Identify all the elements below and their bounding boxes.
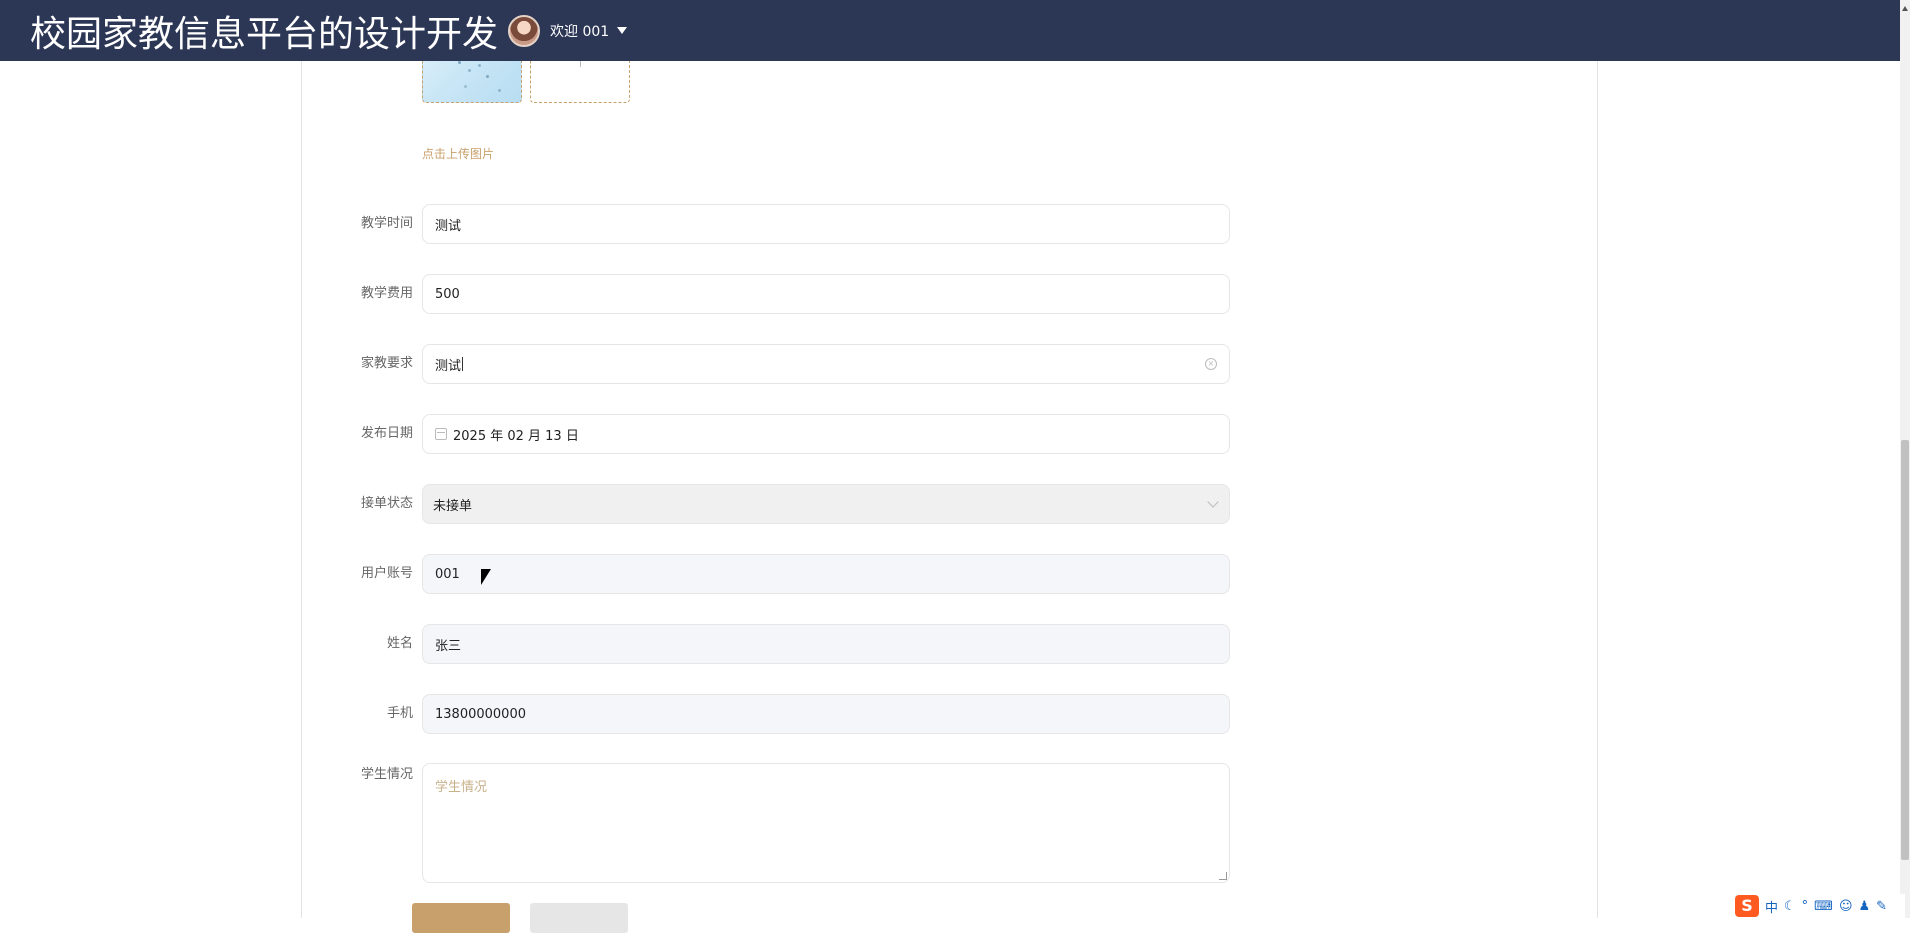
user-menu-dropdown[interactable]: 欢迎 001 [550, 21, 628, 41]
user-account-input[interactable]: 001 [422, 554, 1230, 594]
scroll-up-arrow-icon[interactable] [1902, 6, 1908, 11]
order-status-value: 未接单 [433, 498, 473, 514]
form-row-tutor-requirements: 家教要求 测试 × [301, 344, 1231, 384]
ime-punctuation-icon[interactable]: ° [1802, 899, 1809, 914]
tutor-requirements-value: 测试 [435, 358, 462, 374]
clear-icon[interactable]: × [1205, 358, 1217, 370]
form-row-publish-date: 发布日期 2025 年 02 月 13 日 [301, 414, 1231, 454]
form-row-teaching-time: 教学时间 测试 [301, 204, 1231, 244]
teaching-fee-value: 500 [435, 286, 460, 302]
publish-date-label: 发布日期 [360, 426, 413, 441]
teaching-time-input[interactable]: 测试 [422, 204, 1230, 244]
form-row-phone: 手机 13800000000 [301, 694, 1231, 734]
chevron-down-icon [1207, 496, 1219, 508]
ime-skin-icon[interactable]: ♟ [1859, 899, 1871, 914]
upload-hint-text: 点击上传图片 [422, 147, 495, 161]
phone-label: 手机 [386, 706, 413, 721]
welcome-text: 欢迎 001 [550, 23, 610, 40]
top-header-bar: 校园家教信息平台的设计开发 欢迎 001 [0, 0, 1900, 61]
teaching-time-label: 教学时间 [360, 216, 413, 231]
caret-down-icon [617, 27, 628, 34]
student-info-placeholder: 学生情况 [435, 780, 488, 795]
mouse-pointer-icon [481, 569, 491, 585]
phone-input[interactable]: 13800000000 [422, 694, 1230, 734]
user-account-value: 001 [435, 566, 460, 582]
order-status-label: 接单状态 [360, 496, 413, 511]
resize-handle[interactable] [1219, 872, 1227, 880]
user-avatar[interactable] [508, 14, 541, 47]
teaching-fee-input[interactable]: 500 [422, 274, 1230, 314]
ime-user-icon[interactable]: ☺ [1839, 899, 1853, 914]
form-row-name: 姓名 张三 [301, 624, 1231, 664]
teaching-time-value: 测试 [435, 218, 462, 234]
ime-mode-chinese[interactable]: 中 [1765, 897, 1778, 916]
name-value: 张三 [435, 638, 462, 654]
name-label: 姓名 [386, 636, 413, 651]
cancel-button[interactable] [530, 903, 628, 933]
publish-date-value: 2025 年 02 月 13 日 [453, 428, 579, 444]
publish-date-picker[interactable]: 2025 年 02 月 13 日 [422, 414, 1230, 454]
ime-keyboard-icon[interactable]: ⌨ [1814, 899, 1833, 914]
ime-settings-icon[interactable]: ✎ [1876, 899, 1887, 914]
student-info-textarea[interactable]: 学生情况 [422, 763, 1230, 883]
ime-moon-icon[interactable]: ☾ [1784, 899, 1796, 914]
order-status-select[interactable]: 未接单 [422, 484, 1230, 524]
ime-logo-icon[interactable]: S [1735, 895, 1759, 917]
tutor-requirements-label: 家教要求 [360, 356, 413, 371]
form-row-order-status: 接单状态 未接单 [301, 484, 1231, 524]
name-input[interactable]: 张三 [422, 624, 1230, 664]
text-cursor [462, 357, 464, 371]
app-title: 校园家教信息平台的设计开发 [30, 13, 499, 55]
teaching-fee-label: 教学费用 [360, 286, 413, 301]
form-row-user-account: 用户账号 001 [301, 554, 1231, 594]
vertical-scrollbar[interactable] [1900, 0, 1910, 918]
phone-value: 13800000000 [435, 706, 526, 722]
student-info-label: 学生情况 [360, 767, 413, 782]
tutor-requirements-input[interactable]: 测试 × [422, 344, 1230, 384]
scrollbar-thumb[interactable] [1901, 440, 1909, 860]
calendar-icon [435, 428, 447, 440]
ime-toolbar: S 中 ☾ ° ⌨ ☺ ♟ ✎ [1733, 894, 1905, 918]
submit-button[interactable] [412, 903, 510, 933]
user-account-label: 用户账号 [360, 566, 413, 581]
form-row-teaching-fee: 教学费用 500 [301, 274, 1231, 314]
